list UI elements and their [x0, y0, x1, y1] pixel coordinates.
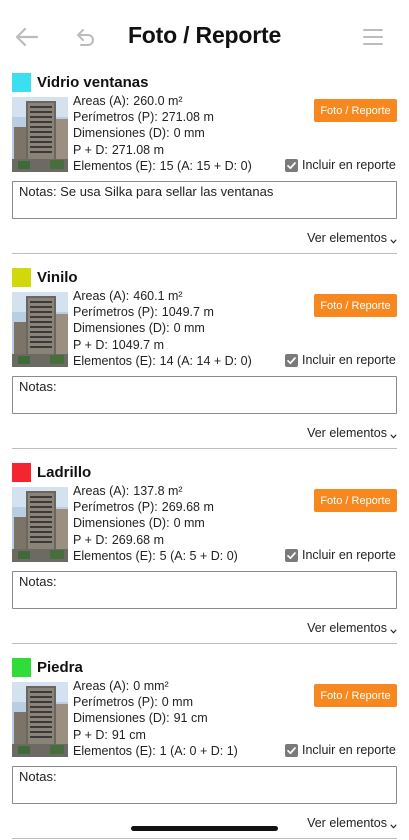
ver-elementos-link[interactable]: Ver elementos	[307, 619, 397, 637]
foto-reporte-button[interactable]: Foto / Reporte	[314, 684, 397, 707]
stat-p-plus-d: P + D: 1049.7 m	[73, 337, 164, 352]
stat-areas: Areas (A): 260.0 m²	[73, 94, 183, 108]
stat-perimetros: Perímetros (P): 269.68 m	[73, 500, 214, 515]
incluir-label: Incluir en reporte	[302, 743, 396, 757]
checkbox-checked-icon[interactable]	[285, 158, 298, 172]
building-photo-thumbnail[interactable]	[12, 682, 68, 757]
materials-list: Vidrio ventanas Areas (A): 260.0 m² Perí…	[0, 62, 409, 840]
material-card: Piedra Areas (A): 0 mm² Perímetros (P): …	[0, 647, 409, 840]
foto-reporte-button[interactable]: Foto / Reporte	[314, 99, 397, 122]
chevron-down-icon	[390, 623, 397, 637]
stat-dimensiones: Dimensiones (D): 0 mm	[73, 516, 205, 531]
stat-p-plus-d: P + D: 271.08 m	[73, 142, 164, 157]
material-name: Vinilo	[37, 268, 78, 286]
material-stats: Areas (A): 260.0 m² Perímetros (P): 271.08…	[73, 93, 252, 174]
checkbox-checked-icon[interactable]	[285, 353, 298, 367]
stat-areas: Areas (A): 460.1 m²	[73, 289, 183, 303]
chevron-down-icon	[390, 818, 397, 832]
divider	[12, 643, 397, 644]
stat-areas: Areas (A): 137.8 m²	[73, 484, 183, 498]
material-color-swatch	[12, 267, 31, 287]
stat-perimetros: Perímetros (P): 271.08 m	[73, 110, 214, 125]
incluir-en-reporte-checkbox[interactable]: Incluir en reporte	[285, 353, 396, 367]
foto-reporte-button[interactable]: Foto / Reporte	[314, 489, 397, 512]
material-name: Vidrio ventanas	[37, 73, 149, 91]
ver-elementos-link[interactable]: Ver elementos	[307, 229, 397, 247]
material-card: Ladrillo Areas (A): 137.8 m² Perímetros …	[0, 452, 409, 647]
material-color-swatch	[12, 72, 31, 92]
stat-perimetros: Perímetros (P): 1049.7 m	[73, 305, 214, 320]
stat-dimensiones: Dimensiones (D): 0 mm	[73, 126, 205, 141]
ver-elementos-link[interactable]: Ver elementos	[307, 814, 397, 832]
ver-elementos-label: Ver elementos	[307, 231, 387, 245]
building-photo-thumbnail[interactable]	[12, 292, 68, 367]
material-stats: Areas (A): 460.1 m² Perímetros (P): 1049.7…	[73, 288, 252, 369]
stat-p-plus-d: P + D: 91 cm	[73, 727, 146, 742]
divider	[12, 253, 397, 254]
notes-field[interactable]: Notas: Se usa Silka para sellar las vent…	[12, 181, 397, 219]
incluir-en-reporte-checkbox[interactable]: Incluir en reporte	[285, 158, 396, 172]
material-color-swatch	[12, 462, 31, 482]
hamburger-menu-icon[interactable]	[358, 22, 388, 52]
divider	[12, 838, 397, 839]
incluir-label: Incluir en reporte	[302, 548, 396, 562]
ver-elementos-label: Ver elementos	[307, 816, 387, 830]
material-card: Vidrio ventanas Areas (A): 260.0 m² Perí…	[0, 62, 409, 257]
divider	[12, 448, 397, 449]
foto-reporte-button[interactable]: Foto / Reporte	[314, 294, 397, 317]
notes-field[interactable]: Notas:	[12, 376, 397, 414]
stat-elementos: Elementos (E): 1 (A: 0 + D: 1)	[73, 743, 238, 758]
material-header: Piedra	[12, 657, 83, 677]
building-photo-thumbnail[interactable]	[12, 97, 68, 172]
ver-elementos-link[interactable]: Ver elementos	[307, 424, 397, 442]
stat-elementos: Elementos (E): 15 (A: 15 + D: 0)	[73, 158, 252, 173]
material-name: Ladrillo	[37, 463, 92, 481]
material-color-swatch	[12, 657, 31, 677]
stat-elementos: Elementos (E): 5 (A: 5 + D: 0)	[73, 548, 238, 563]
ver-elementos-label: Ver elementos	[307, 426, 387, 440]
checkbox-checked-icon[interactable]	[285, 548, 298, 562]
material-header: Vidrio ventanas	[12, 72, 148, 92]
stat-perimetros: Perímetros (P): 0 mm	[73, 695, 193, 710]
stat-elementos: Elementos (E): 14 (A: 14 + D: 0)	[73, 353, 252, 368]
material-header: Ladrillo	[12, 462, 91, 482]
material-stats: Areas (A): 137.8 m² Perímetros (P): 269.68…	[73, 483, 238, 564]
incluir-label: Incluir en reporte	[302, 353, 396, 367]
notes-field[interactable]: Notas:	[12, 571, 397, 609]
stat-p-plus-d: P + D: 269.68 m	[73, 532, 164, 547]
material-name: Piedra	[37, 658, 83, 676]
material-header: Vinilo	[12, 267, 78, 287]
stat-dimensiones: Dimensiones (D): 0 mm	[73, 321, 205, 336]
chevron-down-icon	[390, 428, 397, 442]
material-card: Vinilo Areas (A): 460.1 m² Perímetros (P…	[0, 257, 409, 452]
home-indicator[interactable]	[131, 826, 278, 831]
stat-areas: Areas (A): 0 mm²	[73, 679, 169, 693]
checkbox-checked-icon[interactable]	[285, 743, 298, 757]
header-bar: Foto / Reporte	[0, 0, 409, 62]
incluir-en-reporte-checkbox[interactable]: Incluir en reporte	[285, 743, 396, 757]
stat-dimensiones: Dimensiones (D): 91 cm	[73, 711, 208, 726]
material-stats: Areas (A): 0 mm² Perímetros (P): 0 mm Dime…	[73, 678, 238, 759]
notes-field[interactable]: Notas:	[12, 766, 397, 804]
page-title: Foto / Reporte	[127, 22, 282, 48]
incluir-label: Incluir en reporte	[302, 158, 396, 172]
incluir-en-reporte-checkbox[interactable]: Incluir en reporte	[285, 548, 396, 562]
ver-elementos-label: Ver elementos	[307, 621, 387, 635]
building-photo-thumbnail[interactable]	[12, 487, 68, 562]
chevron-down-icon	[390, 233, 397, 247]
